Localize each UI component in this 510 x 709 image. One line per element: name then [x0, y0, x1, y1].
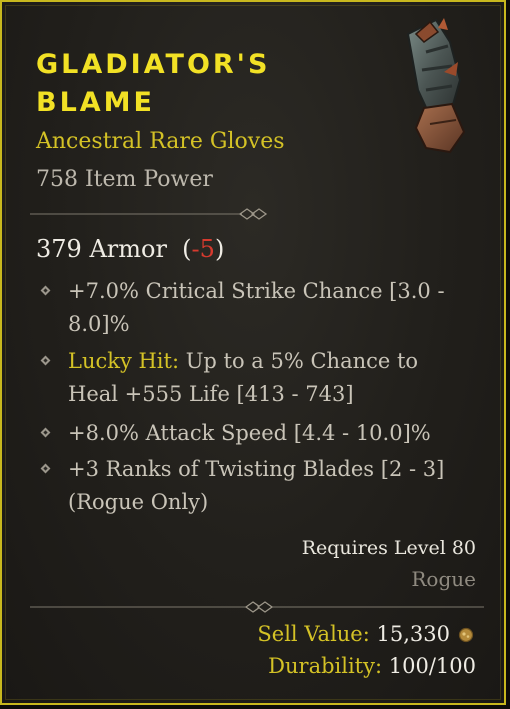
affix-bullet-icon: [40, 463, 51, 474]
item-name: Gladiator's Blame: [36, 49, 271, 118]
divider-bottom: [30, 601, 484, 613]
item-power: 758 Item Power: [36, 167, 213, 192]
affix-bullet-icon: [40, 285, 51, 296]
gold-coin-icon: [458, 627, 474, 643]
affix-twisting-blades: +3 Ranks of Twisting Blades [2 - 3] (Rog…: [68, 457, 445, 514]
class-requirement: Rogue: [411, 567, 476, 591]
affix-lucky-hit-label: Lucky Hit:: [68, 349, 180, 373]
armor-delta: -5: [191, 235, 215, 263]
affix-bullet-icon: [40, 427, 51, 438]
armor-value: 379 Armor: [36, 235, 167, 263]
armor-stat: 379 Armor (-5): [36, 235, 225, 263]
affix-lucky-hit: Lucky Hit: Up to a 5% Chance to Heal +55…: [68, 345, 468, 411]
item-type: Ancestral Rare Gloves: [36, 129, 285, 154]
level-requirement: Requires Level 80: [301, 537, 476, 559]
sell-value: Sell Value: 15,330: [257, 622, 450, 646]
affix-attack-speed: +8.0% Attack Speed [4.4 - 10.0]%: [68, 421, 431, 445]
gloves-icon: [406, 18, 466, 154]
item-tooltip: Gladiator's Blame Ancestral Rare Gloves …: [0, 0, 506, 705]
affix-crit-chance: +7.0% Critical Strike Chance [3.0 - 8.0]…: [68, 279, 445, 336]
durability-value: 100/100: [388, 654, 476, 678]
durability-label: Durability:: [268, 654, 383, 678]
divider-top: [30, 208, 268, 220]
sell-value-amount: 15,330: [376, 622, 450, 646]
sell-value-label: Sell Value:: [257, 622, 370, 646]
durability: Durability: 100/100: [268, 654, 476, 678]
affix-bullet-icon: [40, 355, 51, 366]
